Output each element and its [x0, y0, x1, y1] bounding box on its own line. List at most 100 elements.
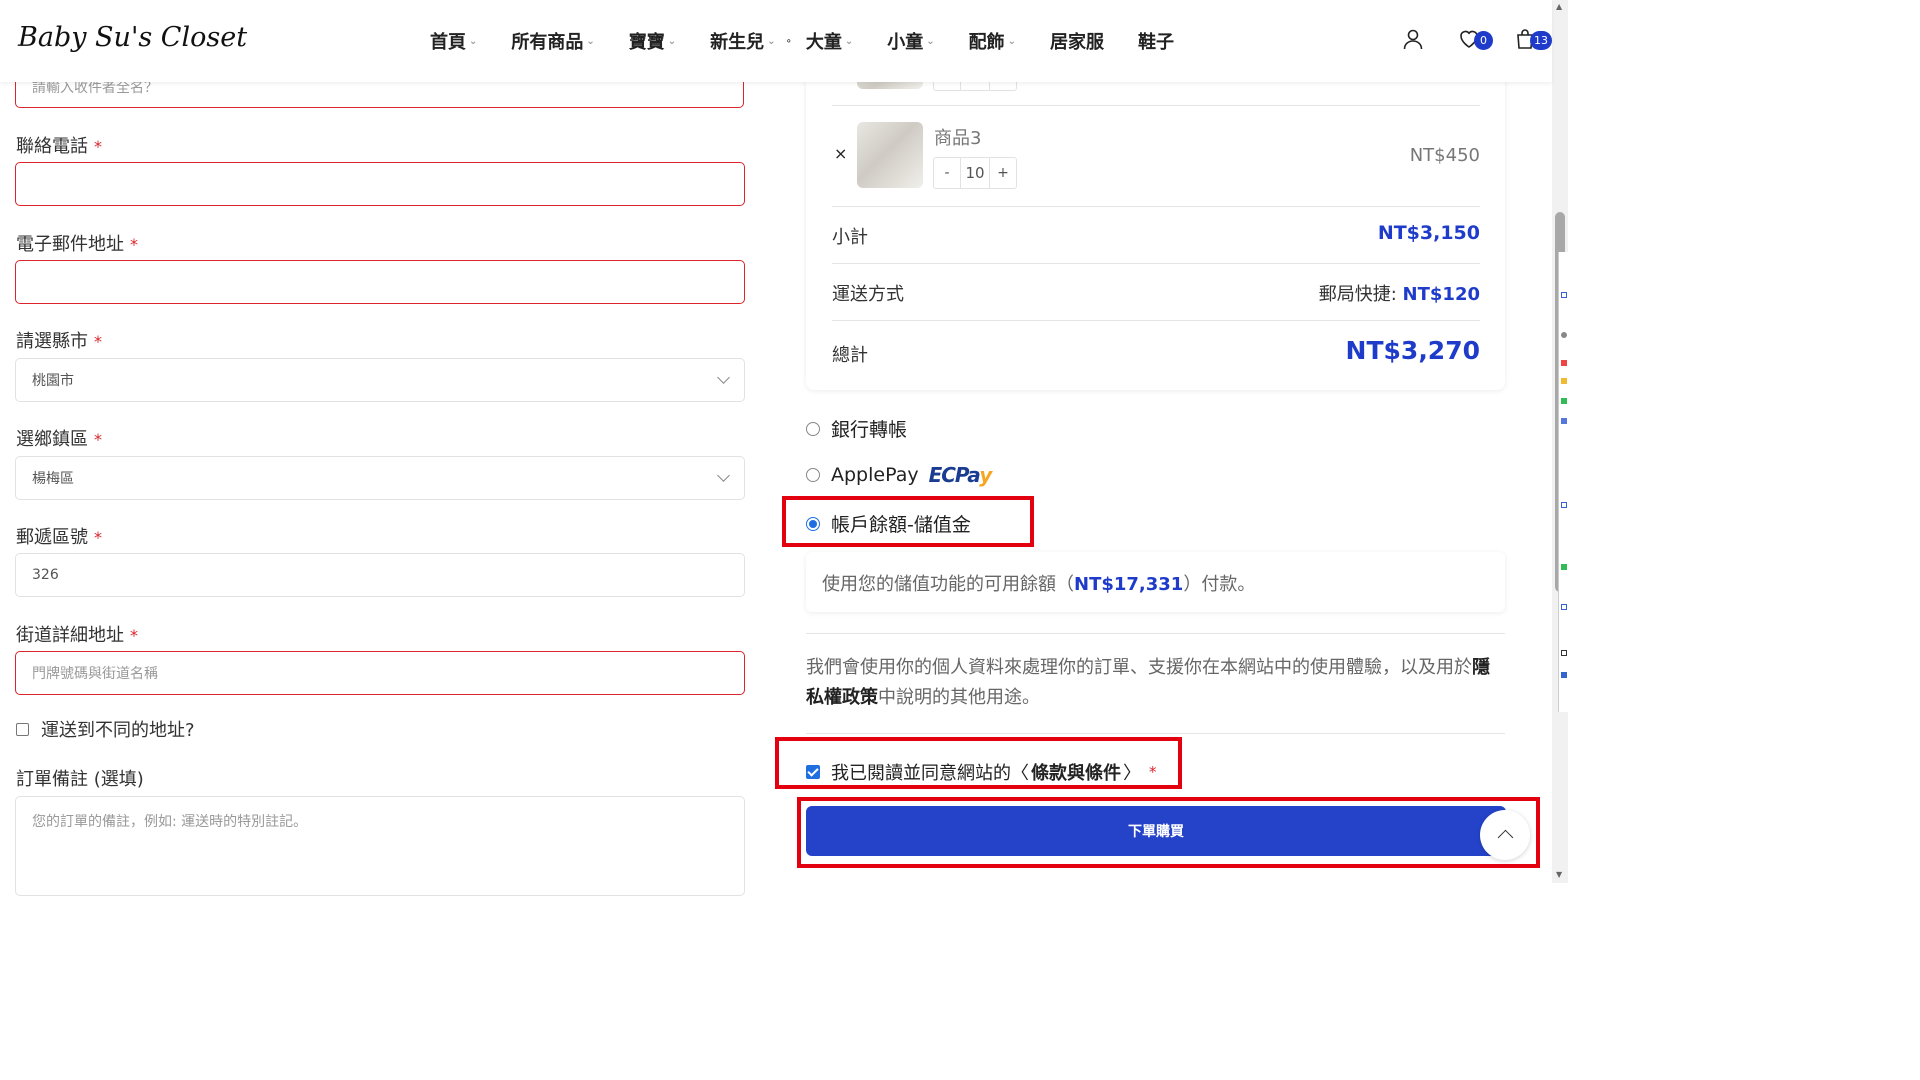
nav-item-home[interactable]: 首頁 ⌄ [430, 28, 477, 54]
nav-item-big-kids[interactable]: 大童 ⌄ [806, 28, 853, 54]
quantity-stepper: - 10 + [933, 157, 1017, 189]
input-placeholder: 門牌號碼與街道名稱 [32, 666, 158, 682]
radio-button[interactable] [806, 468, 820, 482]
qty-value[interactable]: 10 [960, 158, 990, 188]
wallet-description: 使用您的儲值功能的可用餘額（NT$17,331）付款。 [806, 552, 1505, 612]
wishlist-count-badge: 0 [1474, 31, 1493, 50]
tool-icon[interactable] [1561, 604, 1567, 610]
label-text: 請選縣市 [16, 331, 88, 352]
street-input[interactable]: 門牌號碼與街道名稱 [15, 651, 745, 695]
side-toolbar-strip [1558, 252, 1568, 712]
row-divider [832, 263, 1480, 264]
row-divider [832, 206, 1480, 207]
email-input[interactable] [15, 260, 745, 304]
ship-different-checkbox[interactable] [16, 722, 29, 736]
wishlist-heart-icon[interactable]: 0 [1456, 26, 1493, 52]
tool-icon[interactable] [1561, 502, 1567, 508]
required-mark: * [94, 528, 102, 547]
nav-item-accessories[interactable]: 配飾 ⌄ [969, 28, 1016, 54]
nav-label: 首頁 [430, 32, 466, 53]
shipping-label: 運送方式 [832, 284, 904, 305]
payment-label: ApplePay [831, 464, 919, 486]
total-label: 總計 [832, 345, 868, 366]
checkbox-label: 運送到不同的地址? [41, 720, 195, 741]
payment-applepay[interactable]: ApplePay ECPay [806, 463, 993, 487]
required-mark: * [94, 430, 102, 449]
chevron-down-icon: ⌄ [667, 35, 677, 47]
textarea-placeholder: 您的訂單的備註，例如: 運送時的特別註記。 [32, 814, 308, 830]
scroll-up-arrow-icon[interactable]: ▲ [1556, 2, 1562, 11]
nav-item-newborn[interactable]: 新生兒 ⌄ [710, 28, 775, 54]
nav-label: 寶寶 [628, 32, 665, 53]
site-logo[interactable]: Baby Su's Closet [18, 22, 247, 53]
tool-icon[interactable] [1561, 650, 1567, 656]
select-value: 桃園市 [32, 373, 74, 389]
privacy-text: 中說明的其他用途。 [878, 687, 1040, 708]
nav-dot-icon: ∘ [785, 35, 792, 47]
ship-different-toggle[interactable]: 運送到不同的地址? [16, 716, 195, 742]
chevron-down-icon: ⌄ [767, 35, 776, 47]
label-text: 郵遞區號 [16, 527, 88, 548]
city-select[interactable]: 桃園市 [15, 358, 745, 402]
section-divider [806, 733, 1505, 734]
wallet-desc-suffix: ）付款。 [1183, 574, 1256, 595]
label-text: 選鄉鎮區 [16, 429, 88, 450]
notes-label: 訂單備註 (選填) [16, 769, 144, 790]
nav-item-shoes[interactable]: 鞋子 [1138, 28, 1174, 54]
main-nav: 首頁 ⌄ 所有商品 ⌄ 寶寶 ⌄ 新生兒 ⌄ ∘ 大童 ⌄ 小童 ⌄ 配飾 ⌄ 居家服 鞋子 [430, 28, 1208, 54]
chevron-down-icon: ⌄ [586, 35, 595, 47]
nav-item-baby[interactable]: 寶寶 ⌄ [629, 28, 676, 54]
chevron-down-icon: ⌄ [844, 35, 854, 47]
nav-label: 鞋子 [1138, 32, 1174, 53]
payment-bank-transfer[interactable]: 銀行轉帳 [806, 415, 907, 442]
input-value: 326 [32, 567, 59, 583]
qty-minus-button[interactable]: - [934, 158, 960, 188]
district-label: 選鄉鎮區 * [16, 425, 102, 451]
tool-icon[interactable] [1561, 564, 1567, 570]
radio-button[interactable] [806, 421, 820, 436]
tool-icon[interactable] [1561, 360, 1567, 366]
nav-label: 所有商品 [511, 32, 584, 53]
remove-item-button[interactable]: × [834, 144, 847, 163]
nav-label: 居家服 [1050, 32, 1104, 53]
nav-item-all-products[interactable]: 所有商品 ⌄ [511, 28, 594, 54]
tool-icon[interactable] [1561, 378, 1567, 384]
account-icon[interactable] [1400, 26, 1426, 52]
phone-input[interactable] [15, 162, 745, 206]
site-header: Baby Su's Closet 首頁 ⌄ 所有商品 ⌄ 寶寶 ⌄ 新生兒 ⌄ ∘ 大童… [0, 0, 1552, 82]
privacy-text: 我們會使用你的個人資料來處理你的訂單、支援你在本網站中的使用體驗，以及用於 [806, 657, 1472, 678]
tool-icon[interactable] [1561, 332, 1567, 338]
nav-item-loungewear[interactable]: 居家服 [1050, 28, 1104, 54]
tool-icon[interactable] [1561, 398, 1567, 404]
shipping-fee: NT$120 [1402, 284, 1480, 305]
label-text: 街道詳細地址 [16, 625, 124, 646]
section-divider [806, 633, 1505, 634]
required-mark: * [130, 235, 138, 254]
street-label: 街道詳細地址 * [16, 621, 138, 647]
label-text: 電子郵件地址 [16, 234, 124, 255]
order-notes-textarea[interactable]: 您的訂單的備註，例如: 運送時的特別註記。 [15, 796, 745, 896]
product-name[interactable]: 商品3 [934, 124, 981, 150]
tool-icon[interactable] [1561, 292, 1567, 298]
product-thumbnail [857, 122, 923, 188]
total-value: NT$3,270 [1345, 336, 1480, 365]
required-mark: * [130, 626, 138, 645]
highlight-wallet-option [782, 496, 1034, 547]
ecpay-logo-icon: ECPay [928, 463, 993, 487]
tool-icon[interactable] [1561, 418, 1567, 424]
tool-icon[interactable] [1561, 672, 1567, 678]
chevron-down-icon: ⌄ [1007, 35, 1016, 47]
product-price: NT$450 [1409, 145, 1480, 166]
wallet-balance: NT$17,331 [1074, 574, 1184, 595]
select-value: 楊梅區 [32, 471, 74, 487]
scroll-down-arrow-icon[interactable]: ▼ [1556, 870, 1562, 879]
nav-item-little-kids[interactable]: 小童 ⌄ [887, 28, 934, 54]
cart-bag-icon[interactable]: 13 [1512, 26, 1552, 52]
ecpay-ec: EC [928, 463, 956, 487]
district-select[interactable]: 楊梅區 [15, 456, 745, 500]
zip-input[interactable]: 326 [15, 553, 745, 597]
qty-plus-button[interactable]: + [990, 158, 1016, 188]
row-divider [832, 105, 1480, 106]
shipping-method: 郵局快捷: [1318, 284, 1403, 305]
row-divider [832, 320, 1480, 321]
